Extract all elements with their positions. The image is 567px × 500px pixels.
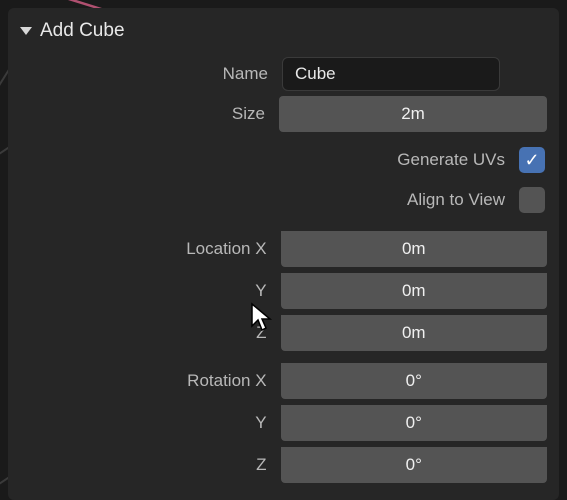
generate-uvs-checkbox[interactable]: ✓	[519, 147, 545, 173]
generate-uvs-label: Generate UVs	[397, 150, 505, 170]
name-label: Name	[20, 64, 282, 84]
location-x-field[interactable]: 0m	[281, 231, 547, 267]
location-z-label: Z	[20, 323, 281, 343]
rotation-z-label: Z	[20, 455, 281, 475]
name-input[interactable]	[282, 57, 500, 91]
panel-header[interactable]: Add Cube	[20, 16, 547, 56]
rotation-x-label: Rotation X	[20, 371, 281, 391]
location-z-field[interactable]: 0m	[281, 315, 547, 351]
align-view-checkbox[interactable]	[519, 187, 545, 213]
location-group: Location X 0m Y 0m Z 0m	[20, 228, 547, 354]
rotation-y-label: Y	[20, 413, 281, 433]
location-y-field[interactable]: 0m	[281, 273, 547, 309]
rotation-y-field[interactable]: 0°	[281, 405, 547, 441]
align-view-label: Align to View	[407, 190, 505, 210]
disclosure-triangle-icon[interactable]	[20, 27, 32, 35]
rotation-z-field[interactable]: 0°	[281, 447, 547, 483]
add-cube-panel: Add Cube Name Size 2m Generate UVs ✓ Ali…	[8, 8, 559, 500]
rotation-x-field[interactable]: 0°	[281, 363, 547, 399]
size-field[interactable]: 2m	[279, 96, 547, 132]
rotation-group: Rotation X 0° Y 0° Z 0°	[20, 360, 547, 486]
panel-title: Add Cube	[40, 20, 125, 42]
location-x-label: Location X	[20, 239, 281, 259]
size-label: Size	[20, 104, 279, 124]
location-y-label: Y	[20, 281, 281, 301]
checkmark-icon: ✓	[524, 150, 539, 171]
